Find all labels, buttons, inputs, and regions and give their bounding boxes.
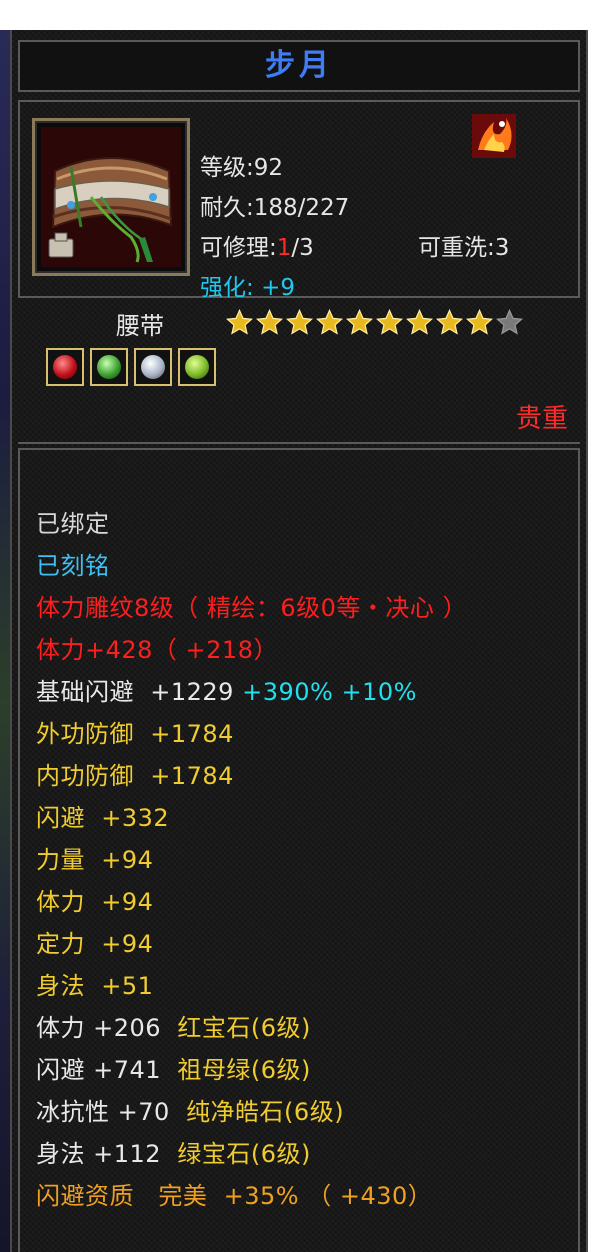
- stat-label: 闪避: [36, 804, 85, 832]
- gem-stat-value: +112: [93, 1140, 162, 1168]
- stat-label: 内功防御: [36, 762, 134, 790]
- stat-value: +332: [101, 804, 170, 832]
- item-rewash: 可重洗:3: [418, 235, 510, 261]
- section-divider: [18, 442, 580, 444]
- base-dodge-label: 基础闪避: [36, 678, 134, 706]
- star-filled-icon: [375, 308, 404, 335]
- base-dodge-pct1: +390%: [242, 678, 334, 706]
- stat-value: +51: [101, 972, 154, 1000]
- aptitude-row: 闪避资质 完美 +35% （ +430）: [36, 1176, 432, 1211]
- repair-label: 可修理:: [200, 235, 277, 261]
- stat-label: 体力: [36, 888, 85, 916]
- gem-stat-value: +206: [93, 1014, 162, 1042]
- star-filled-icon: [345, 308, 374, 335]
- stat-value: +94: [101, 930, 154, 958]
- background-strip: [0, 30, 10, 1252]
- rarity-label: 贵重: [515, 404, 568, 434]
- gem-stat-value: +70: [117, 1098, 170, 1126]
- red-gem-icon[interactable]: [46, 348, 84, 386]
- stat-value: +94: [101, 888, 154, 916]
- jade-gem-icon[interactable]: [178, 348, 216, 386]
- star-filled-icon: [315, 308, 344, 335]
- stat-label: 外功防御: [36, 720, 134, 748]
- stat-row: 外功防御 +1784: [36, 714, 234, 749]
- gem-name: 祖母绿(6级): [177, 1056, 311, 1084]
- gem-stat-label: 身法: [36, 1140, 85, 1168]
- white-gem-icon[interactable]: [134, 348, 172, 386]
- carve-attribute: 体力雕纹8级（ 精绘：6级0等・决心 ）: [36, 594, 468, 622]
- star-filled-icon: [255, 308, 284, 335]
- gem-stat-value: +741: [93, 1056, 162, 1084]
- green-gem-icon[interactable]: [90, 348, 128, 386]
- stat-row: 闪避 +332: [36, 798, 169, 833]
- base-dodge-row: 基础闪避 +1229 +390% +10%: [36, 672, 417, 707]
- bound-status: 已绑定: [36, 510, 110, 538]
- stat-row: 力量 +94: [36, 840, 153, 875]
- gem-name: 绿宝石(6级): [177, 1140, 311, 1168]
- gem-stat-label: 闪避: [36, 1056, 85, 1084]
- aptitude-value: +35% （ +430）: [223, 1182, 433, 1210]
- gem-name: 红宝石(6级): [177, 1014, 311, 1042]
- gem-name: 纯净皓石(6级): [186, 1098, 345, 1126]
- stat-label: 定力: [36, 930, 85, 958]
- stat-label: 力量: [36, 846, 85, 874]
- gem-attribute-row: 身法 +112 绿宝石(6级): [36, 1134, 311, 1169]
- item-enhance: 强化: +9: [200, 268, 295, 302]
- star-filled-icon: [465, 308, 494, 335]
- gem-attribute-row: 冰抗性 +70 纯净皓石(6级): [36, 1092, 344, 1127]
- item-repair: 可修理:1/3: [200, 228, 314, 262]
- aptitude-grade: 完美: [158, 1182, 208, 1210]
- stat-row: 身法 +51: [36, 966, 153, 1001]
- stat-row: 体力 +94: [36, 882, 153, 917]
- star-filled-icon: [285, 308, 314, 335]
- star-filled-icon: [225, 308, 254, 335]
- gem-stat-label: 冰抗性: [36, 1098, 110, 1126]
- base-dodge-pct2: +10%: [341, 678, 417, 706]
- fire-buff-icon[interactable]: [472, 114, 516, 158]
- stat-value: +1784: [150, 720, 234, 748]
- star-rating: [225, 308, 524, 337]
- repair-total: /3: [291, 235, 314, 261]
- star-filled-icon: [405, 308, 434, 335]
- item-icon-frame[interactable]: [32, 118, 190, 276]
- gem-attribute-row: 体力 +206 红宝石(6级): [36, 1008, 311, 1043]
- item-type: 腰带: [116, 312, 164, 340]
- item-type-row: 腰带 贵重: [18, 298, 580, 440]
- socket-gems: [46, 348, 216, 386]
- base-dodge-value: +1229: [150, 678, 234, 706]
- stamina-total: 体力+428（ +218）: [36, 636, 278, 664]
- gem-stat-label: 体力: [36, 1014, 85, 1042]
- stat-row: 内功防御 +1784: [36, 756, 234, 791]
- star-empty-icon: [495, 308, 524, 335]
- aptitude-label: 闪避资质: [36, 1182, 134, 1210]
- stat-row: 定力 +94: [36, 924, 153, 959]
- item-durability: 耐久:188/227: [200, 195, 350, 221]
- belt-icon: [41, 127, 181, 267]
- item-info-box: 等级:92 耐久:188/227 可修理:1/3 可重洗:3 强化: +9: [18, 100, 580, 301]
- stat-value: +1784: [150, 762, 234, 790]
- engraved-status: 已刻铭: [36, 552, 110, 580]
- item-level: 等级:92: [200, 155, 284, 181]
- attribute-list: 已绑定 已刻铭 体力雕纹8级（ 精绘：6级0等・决心 ） 体力+428（ +21…: [18, 448, 580, 1252]
- repair-used: 1: [276, 235, 292, 261]
- item-tooltip-panel: 步月 等级:92 耐久:188/227 可修理:1/3 可重洗:3 强化: +9…: [10, 30, 588, 1252]
- stat-label: 身法: [36, 972, 85, 1000]
- item-title-bar: 步月: [18, 40, 580, 92]
- star-filled-icon: [435, 308, 464, 335]
- item-name: 步月: [265, 48, 333, 83]
- stat-value: +94: [101, 846, 154, 874]
- gem-attribute-row: 闪避 +741 祖母绿(6级): [36, 1050, 311, 1085]
